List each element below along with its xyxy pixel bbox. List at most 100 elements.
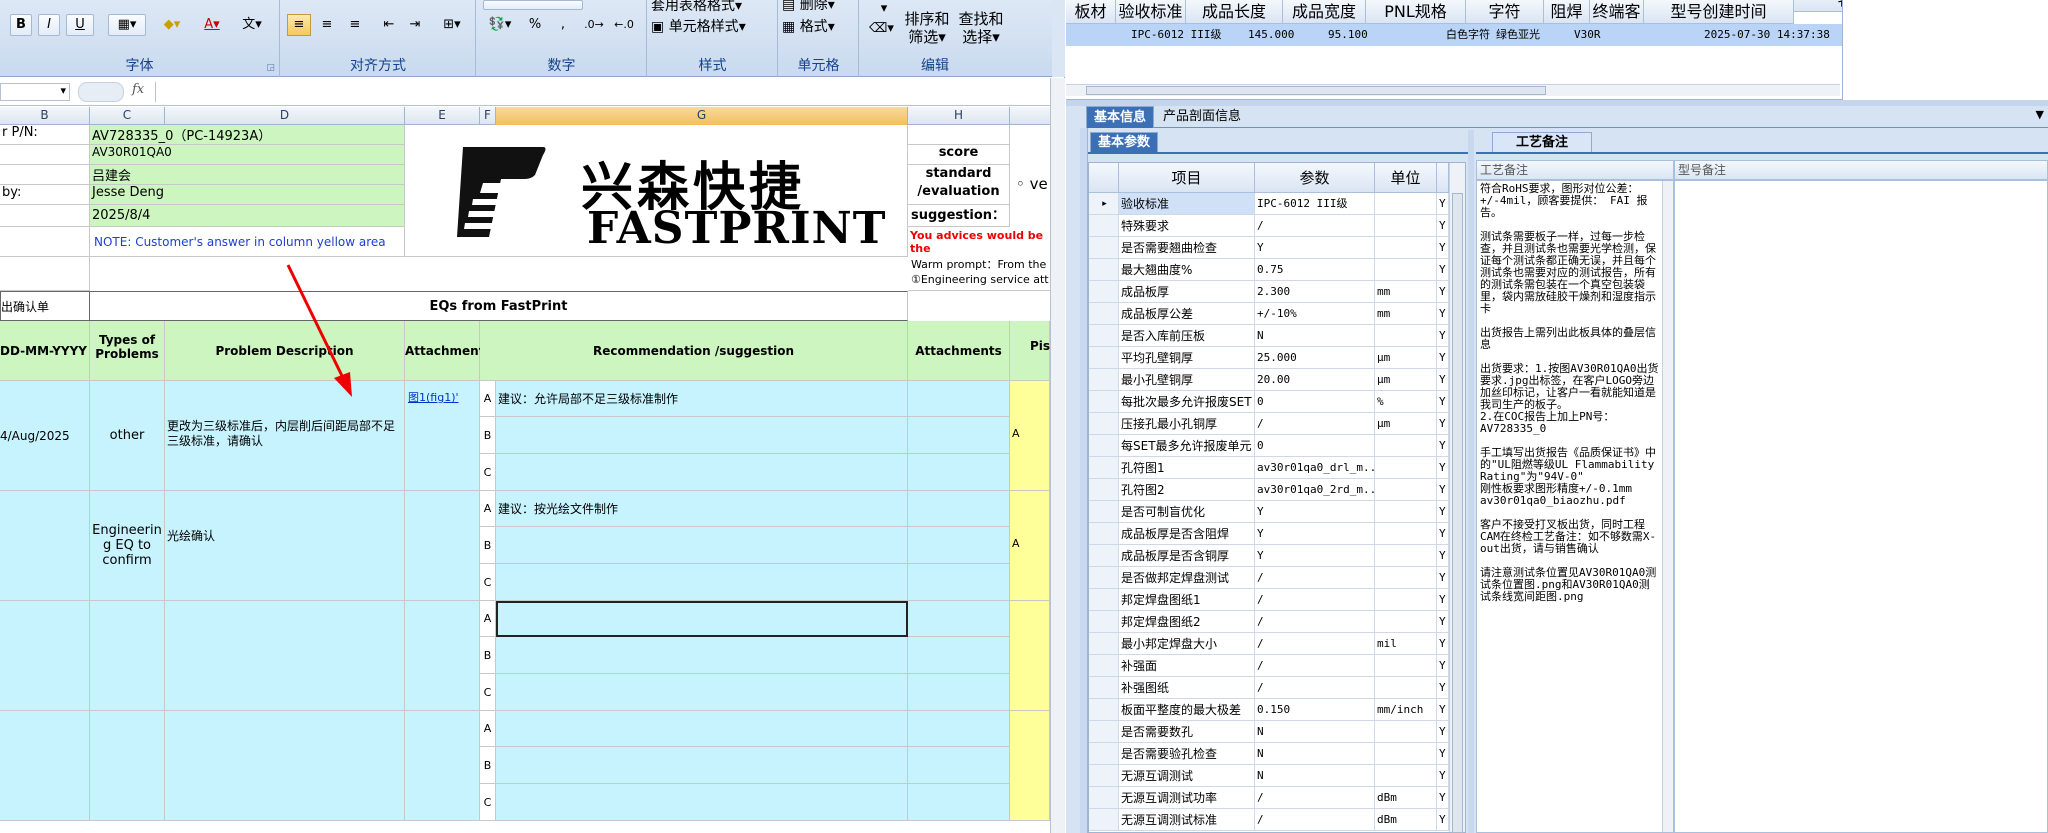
process-notes-text[interactable]: 符合RoHS要求，图形对位公差：+/-4mil，顾客要提供： FAI 报告。 测… bbox=[1476, 180, 1674, 833]
left-collapse-bar[interactable] bbox=[1080, 128, 1088, 833]
prompt-text[interactable]: Warm prompt：From the ①Engineering service… bbox=[908, 257, 1050, 291]
code-value[interactable]: AV30R01QA0 bbox=[90, 145, 405, 165]
param-value[interactable]: 25.000 bbox=[1255, 347, 1375, 369]
row-recommendation[interactable]: 建议：允许局部不足三级标准制作 bbox=[496, 381, 908, 417]
increase-decimal-icon[interactable]: .0→ bbox=[581, 14, 607, 36]
row-attachments-cell[interactable] bbox=[908, 564, 1010, 601]
param-row[interactable]: 成品板厚是否含铜厚 Y Y bbox=[1089, 545, 1449, 567]
find-select-button[interactable]: 查找和 选择▾ bbox=[956, 10, 1006, 46]
percent-button[interactable]: % bbox=[523, 14, 547, 36]
comma-button[interactable]: , bbox=[551, 14, 575, 36]
decrease-decimal-icon[interactable]: ←.0 bbox=[611, 14, 637, 36]
row-attachments-cell[interactable] bbox=[908, 637, 1010, 674]
row-attachments-cell[interactable] bbox=[908, 491, 1010, 527]
param-value[interactable]: Y bbox=[1255, 237, 1375, 259]
row-option-letter[interactable]: A bbox=[480, 491, 496, 527]
row-option-letter[interactable]: C bbox=[480, 674, 496, 711]
standard-label[interactable]: standard /evaluation bbox=[908, 165, 1010, 205]
param-row[interactable]: 最小孔壁铜厚 20.00 μm Y bbox=[1089, 369, 1449, 391]
param-value[interactable]: av30r01qa0_2rd_m... bbox=[1255, 479, 1375, 501]
fx-icon[interactable]: fx bbox=[132, 82, 150, 102]
increase-indent-icon[interactable]: ⇥ bbox=[403, 14, 427, 36]
model-grid-selected-row[interactable]: IPC-6012 III级 145.000 95.100 白色字符 绿色亚光 V… bbox=[1066, 24, 1842, 46]
row-type[interactable]: Engineerin g EQ to confirm bbox=[90, 491, 165, 601]
grid-header-cell[interactable]: 成品宽度 bbox=[1283, 0, 1366, 24]
param-row[interactable]: 压接孔最小孔铜厚 / μm Y bbox=[1089, 413, 1449, 435]
row-option-letter[interactable]: C bbox=[480, 784, 496, 821]
param-value[interactable]: 0 bbox=[1255, 435, 1375, 457]
param-row[interactable]: 板面平整度的最大极差 0.150 mm/inch Y bbox=[1089, 699, 1449, 721]
confirm-label[interactable]: 出确认单 bbox=[0, 291, 90, 321]
grid-header-cell[interactable]: PNL规格 bbox=[1366, 0, 1466, 24]
row-attachment-link[interactable] bbox=[405, 601, 480, 711]
fill-color-icon[interactable]: ◆▾ bbox=[154, 14, 190, 36]
param-row[interactable]: 无源互调测试标准 / dBm Y bbox=[1089, 809, 1449, 831]
row-option-letter[interactable]: C bbox=[480, 564, 496, 601]
tabs-dropdown-icon[interactable]: ▼ bbox=[2036, 108, 2044, 121]
param-value[interactable]: 2.300 bbox=[1255, 281, 1375, 303]
param-value[interactable]: N bbox=[1255, 721, 1375, 743]
pn-value[interactable]: AV728335_0（PC-14923A） bbox=[90, 125, 405, 145]
ribbon-scroll[interactable] bbox=[1052, 0, 1065, 77]
col-header-c[interactable]: C bbox=[90, 107, 165, 125]
blank-cell[interactable] bbox=[0, 227, 90, 257]
param-row[interactable]: 是否需要数孔 N Y bbox=[1089, 721, 1449, 743]
active-cell[interactable] bbox=[496, 601, 908, 637]
table-format-button[interactable]: 套用表格格式▾ bbox=[650, 0, 775, 17]
recommendation-header[interactable]: Recommendation /suggestion bbox=[480, 321, 908, 381]
excel-vertical-scrollbar[interactable] bbox=[1050, 78, 1065, 833]
row-attachment-link[interactable]: 图1(fig1)' bbox=[405, 381, 480, 491]
formula-input[interactable] bbox=[155, 82, 1050, 102]
row-answer[interactable] bbox=[1010, 711, 1050, 821]
by-value[interactable]: Jesse Deng bbox=[90, 185, 405, 205]
param-row[interactable]: 成品板厚 2.300 mm Y bbox=[1089, 281, 1449, 303]
param-row[interactable]: 无源互调测试功率 / dBm Y bbox=[1089, 787, 1449, 809]
param-row[interactable]: 是否需要翘曲检查 Y Y bbox=[1089, 237, 1449, 259]
row-problem[interactable] bbox=[165, 601, 405, 711]
row-option-letter[interactable]: A bbox=[480, 601, 496, 637]
param-value[interactable]: Y bbox=[1255, 523, 1375, 545]
param-row[interactable]: 成品板厚公差 +/-10% mm Y bbox=[1089, 303, 1449, 325]
row-answer[interactable] bbox=[1010, 601, 1050, 711]
grid-header-cell[interactable]: 板材 bbox=[1066, 0, 1116, 24]
param-value[interactable]: / bbox=[1255, 413, 1375, 435]
row-type[interactable] bbox=[90, 711, 165, 821]
param-row[interactable]: 每批次最多允许报废SET 0% Y bbox=[1089, 391, 1449, 413]
row-attachments-cell[interactable] bbox=[908, 711, 1010, 747]
pis-header[interactable]: Pis bbox=[1010, 321, 1050, 381]
col-header-b[interactable]: B bbox=[0, 107, 90, 125]
blank-cell[interactable] bbox=[0, 257, 90, 291]
param-row[interactable]: 是否入库前压板 N Y bbox=[1089, 325, 1449, 347]
params-vscroll[interactable] bbox=[1449, 163, 1465, 833]
param-value[interactable]: 0.150 bbox=[1255, 699, 1375, 721]
date-value[interactable]: 2025/8/4 bbox=[90, 205, 405, 227]
row-date[interactable] bbox=[0, 491, 90, 601]
pn-label[interactable]: r P/N: bbox=[0, 125, 90, 145]
row-problem[interactable] bbox=[165, 711, 405, 821]
row-option-letter[interactable]: A bbox=[480, 381, 496, 417]
param-value[interactable]: 20.00 bbox=[1255, 369, 1375, 391]
params-header-unit[interactable]: 单位 bbox=[1375, 163, 1437, 193]
row-attachments-cell[interactable] bbox=[908, 601, 1010, 637]
model-grid-hscroll[interactable] bbox=[1066, 84, 1840, 96]
col-header-h[interactable]: H bbox=[908, 107, 1010, 125]
row-attachment-link[interactable] bbox=[405, 491, 480, 601]
param-value[interactable]: Y bbox=[1255, 501, 1375, 523]
delete-button[interactable]: ▤ 删除▾ bbox=[781, 0, 857, 16]
row-option-letter[interactable]: B bbox=[480, 417, 496, 454]
param-value[interactable]: / bbox=[1255, 655, 1375, 677]
row-attachments-cell[interactable] bbox=[908, 674, 1010, 711]
param-value[interactable]: 0.75 bbox=[1255, 259, 1375, 281]
row-recommendation[interactable]: 建议：按光绘文件制作 bbox=[496, 491, 908, 527]
col-header-d[interactable]: D bbox=[165, 107, 405, 125]
row-recommendation[interactable] bbox=[496, 417, 908, 454]
col-header-i[interactable] bbox=[1010, 107, 1050, 125]
currency-icon[interactable]: 💱▾ bbox=[483, 14, 517, 36]
param-value[interactable]: / bbox=[1255, 215, 1375, 237]
row-date[interactable]: 4/Aug/2025 bbox=[0, 381, 90, 491]
fill-icon[interactable]: ▾ bbox=[874, 0, 894, 20]
by-label[interactable]: by: bbox=[0, 185, 90, 205]
row-option-letter[interactable]: B bbox=[480, 747, 496, 784]
param-row[interactable]: 邦定焊盘图纸2/ Y bbox=[1089, 611, 1449, 633]
suggestion-label[interactable]: suggestion： bbox=[908, 205, 1010, 227]
